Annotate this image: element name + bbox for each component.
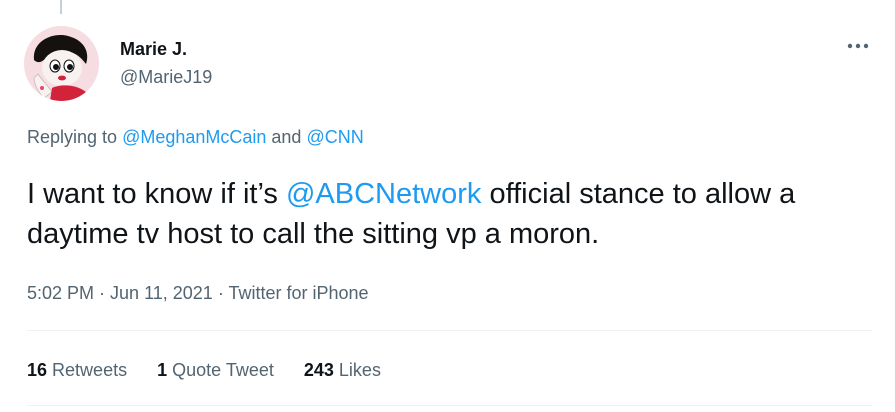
- author-handle[interactable]: @MarieJ19: [120, 66, 212, 88]
- tweet-metadata: 5:02 PM · Jun 11, 2021 · Twitter for iPh…: [27, 282, 369, 304]
- divider: [27, 330, 872, 331]
- retweets-stat[interactable]: 16 Retweets: [27, 359, 127, 381]
- stat-count: 16: [27, 360, 48, 380]
- stat-label: Likes: [338, 360, 381, 380]
- mention-link[interactable]: @CNN: [306, 127, 363, 147]
- meta-separator: ·: [212, 283, 229, 303]
- author-display-name[interactable]: Marie J.: [120, 38, 187, 60]
- tweet-source[interactable]: Twitter for iPhone: [228, 283, 368, 303]
- meta-separator: ·: [94, 283, 111, 303]
- mention-link[interactable]: @MeghanMcCain: [122, 127, 266, 147]
- replying-to-prefix: Replying to: [27, 127, 123, 147]
- stat-count: 243: [303, 360, 334, 380]
- more-options-button[interactable]: [840, 28, 876, 64]
- engagement-stats: 16 Retweets 1 Quote Tweet 243 Likes: [27, 359, 411, 381]
- tweet-text-part: I want to know if it’s: [27, 178, 286, 210]
- tweet-time[interactable]: 5:02 PM: [27, 283, 94, 303]
- stat-label: Quote Tweet: [172, 360, 274, 380]
- ellipsis-icon: [847, 43, 869, 49]
- tweet-date[interactable]: Jun 11, 2021: [110, 283, 213, 303]
- quote-tweets-stat[interactable]: 1 Quote Tweet: [157, 359, 274, 381]
- tweet-text: I want to know if it’s @ABCNetwork offic…: [27, 174, 867, 254]
- mention-link[interactable]: @ABCNetwork: [286, 178, 481, 210]
- cartoon-avatar-icon: [24, 26, 99, 101]
- replying-joiner: and: [266, 127, 307, 147]
- stat-label: Retweets: [52, 360, 128, 380]
- avatar[interactable]: [24, 26, 99, 101]
- replying-to-line: Replying to @MeghanMcCain and @CNN: [27, 126, 364, 148]
- thread-connector-line: [60, 0, 62, 14]
- divider: [27, 405, 872, 406]
- likes-stat[interactable]: 243 Likes: [304, 359, 381, 381]
- tweet-detail: Marie J. @MarieJ19 Replying to @MeghanMc…: [0, 0, 895, 412]
- stat-count: 1: [157, 360, 168, 380]
